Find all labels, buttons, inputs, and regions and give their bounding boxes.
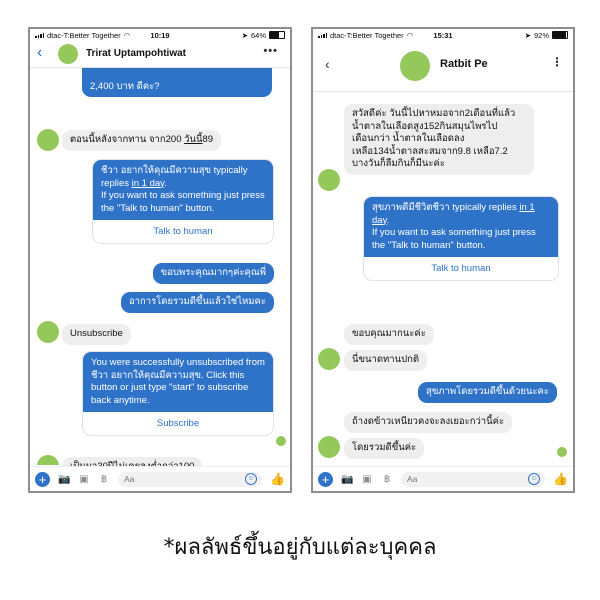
message-text: ขอบคุณมากนะค่ะ — [352, 328, 426, 339]
wifi-icon: ◠ — [123, 30, 131, 40]
like-icon[interactable]: 👍 — [553, 472, 568, 486]
more-options-icon[interactable]: ⋮ — [551, 55, 563, 69]
status-bar: dtac-T:Better Together ◠ 15:31 ➤ 92% — [313, 29, 573, 41]
input-placeholder: Aa — [124, 474, 135, 484]
message-bubble-in: สวัสดีค่ะ วันนี้ไปหาหมอจาก2เดือนที่แล้ว … — [344, 104, 534, 175]
conversation-header: ‹ Trirat Uptampohtiwat ••• — [30, 41, 290, 68]
status-time: 15:31 — [433, 30, 453, 40]
message-text: Unsubscribe — [70, 328, 123, 339]
card-link[interactable]: in 1 day — [132, 178, 165, 189]
read-receipt-avatar — [276, 436, 286, 446]
message-composer: + 📷 ▣ ฿ Aa ☺ 👍 — [30, 466, 290, 491]
card-message: สุขภาพดีมีชีวิตชีวา typically replies in… — [364, 197, 558, 257]
message-text: สุขภาพโดยรวมดีขึ้นด้วยนะคะ — [426, 386, 549, 397]
disclaimer-caption: *ผลลัพธ์ขึ้นอยู่กับแต่ละบุคคล — [163, 535, 437, 560]
battery-percent: 92% — [533, 30, 549, 40]
contact-avatar[interactable] — [400, 51, 430, 81]
message-bubble-out: 2,400 บาท ดีคะ? — [82, 68, 272, 97]
card-message: ชีวา อยากให้คุณมีความสุข typically repli… — [93, 160, 273, 220]
battery-percent: 64% — [250, 30, 266, 40]
like-icon[interactable]: 👍 — [270, 472, 285, 486]
sender-avatar — [37, 129, 59, 151]
message-list: สวัสดีค่ะ วันนี้ไปหาหมอจาก2เดือนที่แล้ว … — [313, 92, 573, 465]
location-icon: ➤ — [241, 30, 248, 40]
message-composer: + 📷 ▣ ฿ Aa ☺ 👍 — [313, 466, 573, 491]
battery-icon — [552, 31, 568, 39]
subscribe-button[interactable]: Subscribe — [83, 412, 273, 435]
conversation-header: ‹ Ratbit Pe ⋮ — [313, 41, 573, 92]
message-bubble-out: อาการโดยรวมดีขึ้นแล้วใช่ไหมคะ — [120, 292, 274, 313]
card-text: . If you want to ask something just pres… — [372, 214, 536, 251]
card-message: You were successfully unsubscribed from … — [83, 352, 273, 412]
message-text: ขอบพระคุณมากๆค่ะคุณพี่ — [160, 267, 266, 278]
message-text: อาการโดยรวมดีขึ้นแล้วใช่ไหมคะ — [128, 296, 266, 307]
location-icon: ➤ — [524, 30, 531, 40]
emoji-icon[interactable]: ☺ — [245, 472, 258, 485]
message-bubble-out: ขอบพระคุณมากๆค่ะคุณพี่ — [152, 263, 274, 284]
left-screenshot: dtac-T:Better Together ◠ 10:19 ➤ 64% ‹ T… — [28, 27, 292, 493]
message-input[interactable]: Aa ☺ — [401, 471, 546, 487]
message-bubble-in: ถ้างดข้าวเหนียวคงจะลงเยอะกว่านี้ค่ะ — [344, 412, 513, 433]
battery-icon — [269, 31, 285, 39]
talk-to-human-button[interactable]: Talk to human — [364, 257, 558, 280]
message-text: 2,400 บาท ดีคะ? — [90, 80, 160, 92]
card-text: ชีวา อยากให้คุณมีความสุข typically repli… — [101, 165, 248, 189]
signal-icon — [35, 32, 44, 38]
baht-icon[interactable]: ฿ — [381, 474, 393, 485]
message-text: 89 — [202, 134, 214, 145]
camera-icon[interactable]: 📷 — [341, 474, 353, 485]
message-bubble-in: นี่ขนาดทานปกติ — [344, 350, 428, 371]
talk-to-human-button[interactable]: Talk to human — [93, 220, 273, 243]
card-text: สุขภาพดีมีชีวิตชีวา typically replies — [372, 202, 520, 213]
unsubscribe-card: You were successfully unsubscribed from … — [82, 351, 274, 436]
auto-reply-card: ชีวา อยากให้คุณมีความสุข typically repli… — [92, 159, 274, 244]
contact-name[interactable]: Trirat Uptampohtiwat — [86, 48, 186, 59]
message-bubble-in: Unsubscribe — [62, 324, 131, 345]
carrier-name: dtac-T:Better Together — [330, 30, 404, 40]
camera-icon[interactable]: 📷 — [58, 474, 70, 485]
message-link[interactable]: วันนี้ — [184, 134, 202, 145]
baht-icon[interactable]: ฿ — [98, 474, 110, 485]
status-time: 10:19 — [150, 30, 170, 40]
emoji-icon[interactable]: ☺ — [528, 472, 541, 485]
contact-name[interactable]: Ratbit Pe — [440, 58, 488, 70]
more-options-icon[interactable]: ••• — [263, 45, 278, 57]
auto-reply-card: สุขภาพดีมีชีวิตชีวา typically replies in… — [363, 196, 559, 281]
wifi-icon: ◠ — [406, 30, 414, 40]
message-text: ตอนนี้หลังจากทาน จาก200 — [70, 134, 185, 145]
back-icon[interactable]: ‹ — [325, 56, 330, 72]
message-input[interactable]: Aa ☺ — [118, 471, 263, 487]
sender-avatar — [37, 455, 59, 465]
sender-avatar — [318, 436, 340, 458]
message-text: นี่ขนาดทานปกติ — [352, 354, 420, 365]
image-icon[interactable]: ▣ — [361, 474, 373, 485]
message-bubble-in: ตอนนี้หลังจากทาน จาก200 วันนี้89 — [62, 130, 222, 151]
message-text: ถ้างดข้าวเหนียวคงจะลงเยอะกว่านี้ค่ะ — [352, 416, 505, 427]
message-text: โดยรวมดีขึ้นค่ะ — [352, 442, 417, 453]
sender-avatar — [37, 321, 59, 343]
plus-icon[interactable]: + — [35, 471, 50, 487]
status-bar: dtac-T:Better Together ◠ 10:19 ➤ 64% — [30, 29, 290, 41]
contact-avatar[interactable] — [58, 44, 78, 64]
right-screenshot: dtac-T:Better Together ◠ 15:31 ➤ 92% ‹ R… — [311, 27, 575, 493]
plus-icon[interactable]: + — [318, 471, 333, 487]
read-receipt-avatar — [557, 447, 567, 457]
message-bubble-out: สุขภาพโดยรวมดีขึ้นด้วยนะคะ — [418, 382, 557, 403]
message-bubble-in: โดยรวมดีขึ้นค่ะ — [344, 438, 425, 459]
message-bubble-in: ขอบคุณมากนะค่ะ — [344, 324, 434, 345]
image-icon[interactable]: ▣ — [78, 474, 90, 485]
back-icon[interactable]: ‹ — [37, 44, 42, 62]
carrier-name: dtac-T:Better Together — [47, 30, 121, 40]
sender-avatar — [318, 348, 340, 370]
signal-icon — [318, 32, 327, 38]
input-placeholder: Aa — [407, 474, 418, 484]
message-text: สวัสดีค่ะ วันนี้ไปหาหมอจาก2เดือนที่แล้ว … — [352, 108, 516, 169]
message-list: 2,400 บาท ดีคะ? ตอนนี้หลังจากทาน จาก200 … — [30, 68, 290, 465]
sender-avatar — [318, 169, 340, 191]
